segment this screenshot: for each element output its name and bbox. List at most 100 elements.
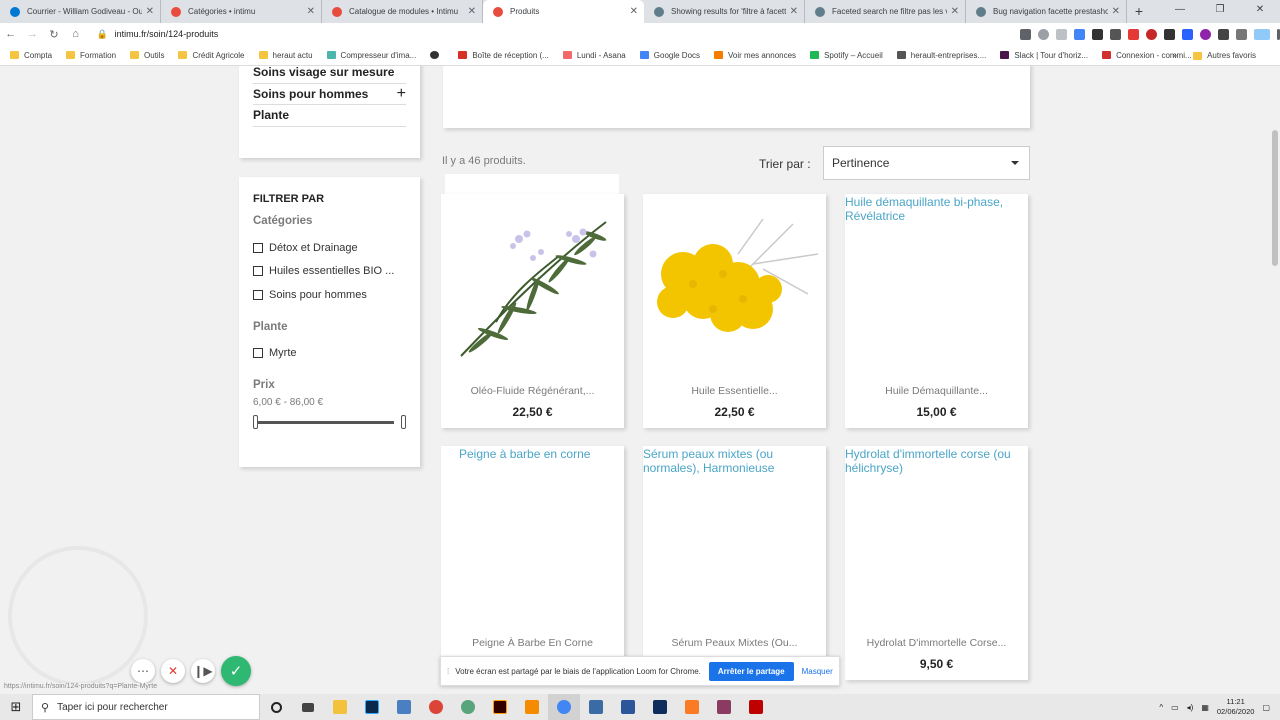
extension-icon[interactable] (1110, 28, 1121, 40)
close-tab-icon[interactable]: ✕ (790, 6, 798, 17)
extension-icon[interactable] (1218, 28, 1229, 40)
other-bookmarks[interactable]: Autres favoris (1193, 51, 1256, 60)
checkbox[interactable] (253, 289, 263, 300)
reload-button[interactable]: ↻ (43, 28, 65, 41)
windows-start-icon[interactable]: ⊞ (0, 699, 32, 715)
camera-bubble[interactable] (8, 546, 148, 686)
bookmark-item[interactable]: Outils (130, 51, 164, 60)
expand-icon[interactable]: + (397, 85, 406, 103)
browser-tab[interactable]: Catalogue de modules • Intimu ✕ (322, 0, 483, 23)
profile-avatar[interactable] (1254, 28, 1270, 40)
hide-banner-button[interactable]: Masquer (802, 667, 833, 676)
bookmark-item[interactable]: Boîte de réception (... (458, 51, 549, 60)
chrome-icon[interactable] (420, 694, 452, 720)
product-card[interactable]: Oléo-Fluide Régénérant,... 22,50 € (441, 194, 624, 428)
network-icon[interactable]: ▭ (1171, 703, 1179, 712)
product-image-broken[interactable]: Peigne à barbe en corne (441, 446, 624, 626)
task-view-icon[interactable] (292, 694, 324, 720)
product-card[interactable]: Peigne à barbe en corne Peigne À Barbe E… (441, 446, 624, 680)
app-icon[interactable] (452, 694, 484, 720)
illustrator-icon[interactable] (484, 694, 516, 720)
product-name[interactable]: Sérum Peaux Mixtes (Ou... (643, 637, 826, 649)
checkbox[interactable] (253, 348, 263, 359)
facet-option[interactable]: Détox et Drainage (253, 236, 406, 260)
browser-tab[interactable]: Bug navigation facette prestasho ✕ (966, 0, 1127, 23)
close-tab-icon[interactable]: ✕ (307, 6, 315, 17)
product-image-broken[interactable]: Hydrolat d'immortelle corse (ou hélichry… (845, 446, 1028, 626)
back-button[interactable]: ← (0, 28, 22, 40)
extension-icon[interactable] (1074, 28, 1085, 40)
folder-sync-icon[interactable] (388, 694, 420, 720)
browser-tab[interactable]: Courrier - William Godiveau - Ou ✕ (0, 0, 161, 23)
product-image-rosemary[interactable] (441, 194, 624, 374)
close-tab-icon[interactable]: ✕ (1112, 6, 1120, 17)
extension-icon[interactable] (1128, 28, 1139, 40)
facet-option[interactable]: Myrte (253, 342, 406, 366)
close-tab-icon[interactable]: ✕ (951, 6, 959, 17)
price-slider[interactable] (253, 415, 406, 429)
bookmark-item[interactable]: Formation (66, 51, 116, 60)
facet-option[interactable]: Huiles essentielles BIO ... (253, 260, 406, 284)
browser-tab[interactable]: Faceted search ne filtre pas les var ✕ (805, 0, 966, 23)
bookmark-item[interactable]: Spotify – Accueil (810, 51, 883, 60)
browser-tab[interactable]: Showing results for 'filtre à facett ✕ (644, 0, 805, 23)
bookmark-item[interactable]: Compresseur d'ima... (326, 51, 416, 60)
keyboard-icon[interactable]: ▦ (1201, 703, 1209, 712)
bookmark-item[interactable]: heraut actu (258, 51, 313, 60)
extension-icon[interactable] (1146, 28, 1157, 40)
bookmark-item[interactable]: Google Docs (639, 51, 700, 60)
bookmark-item[interactable]: Lundi - Asana (562, 51, 626, 60)
app-icon[interactable] (644, 694, 676, 720)
vlc-icon[interactable] (516, 694, 548, 720)
app-icon[interactable] (580, 694, 612, 720)
cancel-recording-icon[interactable]: ✕ (161, 659, 185, 683)
slider-max-handle[interactable] (401, 415, 406, 429)
bookmark-item[interactable] (430, 51, 444, 59)
new-tab-button[interactable]: + (1127, 0, 1151, 23)
file-explorer-icon[interactable] (324, 694, 356, 720)
product-card[interactable]: Sérum peaux mixtes (ou normales), Harmon… (643, 446, 826, 680)
facet-option[interactable]: Soins pour hommes (253, 283, 406, 307)
bookmark-item[interactable]: Compta (10, 51, 52, 60)
extension-icon[interactable] (1092, 28, 1103, 40)
maximize-button[interactable]: ❐ (1200, 0, 1240, 23)
drag-handle-icon[interactable]: ⁞ (447, 667, 449, 676)
product-card[interactable]: Huile Essentielle... 22,50 € (643, 194, 826, 428)
product-name[interactable]: Huile Essentielle... (643, 385, 826, 397)
home-icon[interactable]: ⌂ (65, 28, 87, 40)
winrar-icon[interactable] (708, 694, 740, 720)
checkbox[interactable] (253, 266, 263, 277)
pause-recording-icon[interactable]: ❙▶ (191, 659, 215, 683)
minimize-button[interactable]: — (1160, 0, 1200, 23)
close-window-button[interactable]: ✕ (1240, 0, 1280, 23)
zoom-icon[interactable] (1038, 28, 1049, 40)
browser-tab[interactable]: Produits ✕ (483, 0, 644, 23)
volume-icon[interactable]: ◂) (1187, 703, 1194, 712)
page-scrollbar[interactable] (1270, 66, 1280, 694)
bookmarks-overflow-button[interactable]: » (1173, 51, 1177, 60)
slider-min-handle[interactable] (253, 415, 258, 429)
bookmark-item[interactable]: herault-entreprises.... (896, 51, 986, 60)
forward-button[interactable]: → (22, 28, 44, 40)
sort-select[interactable]: Pertinence (823, 146, 1030, 180)
bookmark-item[interactable]: Slack | Tour d'horiz... (1000, 51, 1088, 60)
taskbar-clock[interactable]: 11:21 02/06/2020 (1217, 697, 1255, 717)
extension-icon[interactable] (1200, 28, 1211, 40)
product-name[interactable]: Peigne À Barbe En Corne (441, 637, 624, 649)
close-tab-icon[interactable]: ✕ (146, 6, 154, 17)
product-name[interactable]: Oléo-Fluide Régénérant,... (441, 385, 624, 397)
word-icon[interactable] (612, 694, 644, 720)
cortana-icon[interactable] (260, 694, 292, 720)
extension-icon[interactable] (1236, 28, 1247, 40)
tray-chevron-icon[interactable]: ^ (1159, 703, 1163, 712)
more-options-icon[interactable]: ⋯ (131, 659, 155, 683)
product-image-immortelle[interactable] (643, 194, 826, 374)
extension-icon[interactable] (1182, 28, 1193, 40)
close-tab-icon[interactable]: ✕ (468, 6, 476, 17)
star-icon[interactable] (1056, 28, 1067, 40)
scrollbar-thumb[interactable] (1272, 130, 1278, 266)
taskbar-search[interactable]: ⚲ Taper ici pour rechercher (32, 694, 260, 720)
filezilla-icon[interactable] (740, 694, 772, 720)
stop-sharing-button[interactable]: Arrêter le partage (708, 661, 794, 681)
product-card[interactable]: Huile démaquillante bi-phase, Révélatric… (845, 194, 1028, 428)
